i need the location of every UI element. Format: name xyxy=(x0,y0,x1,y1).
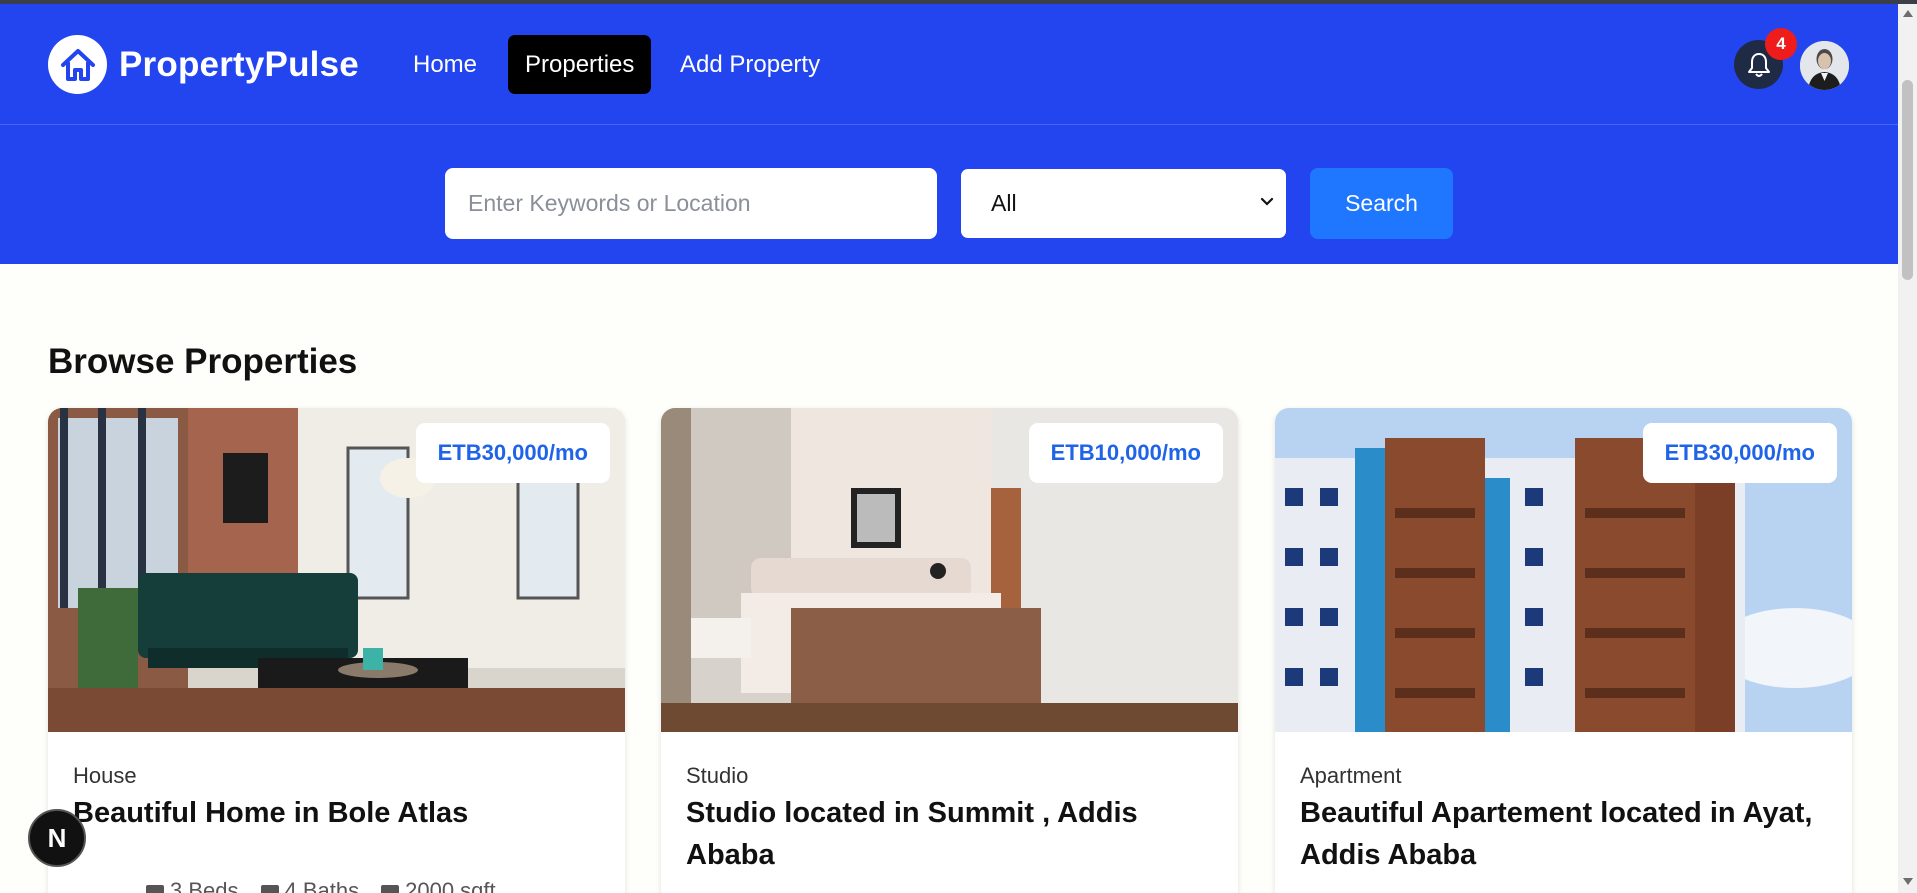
property-image[interactable]: ETB30,000/mo xyxy=(48,408,625,732)
scroll-thumb[interactable] xyxy=(1902,80,1913,280)
ruler-icon xyxy=(381,885,400,893)
baths-label: 4 Baths xyxy=(284,878,360,893)
property-type: House xyxy=(73,763,137,788)
beds-label: 3 Beds xyxy=(170,878,239,893)
beds-info: 3 Beds xyxy=(146,878,239,893)
nav-add-property[interactable]: Add Property xyxy=(663,35,837,94)
search-input[interactable] xyxy=(445,168,937,239)
property-card[interactable]: ETB10,000/mo Studio Studio located in Su… xyxy=(661,408,1238,893)
nav-home[interactable]: Home xyxy=(396,35,494,94)
brand-logo[interactable]: PropertyPulse xyxy=(48,35,359,94)
chevron-down-icon xyxy=(1260,197,1274,206)
property-title[interactable]: Studio located in Summit , Addis Ababa xyxy=(686,792,1216,876)
nav-properties[interactable]: Properties xyxy=(508,35,652,94)
property-image[interactable]: ETB10,000/mo xyxy=(661,408,1238,732)
sqft-label: 2000 sqft xyxy=(405,878,496,893)
bell-icon xyxy=(1747,52,1770,77)
property-type: Studio xyxy=(686,763,749,788)
price-tag: ETB30,000/mo xyxy=(1642,423,1837,483)
brand-name: PropertyPulse xyxy=(119,44,359,84)
price-tag: ETB10,000/mo xyxy=(1028,423,1223,483)
bath-icon xyxy=(260,885,279,893)
property-title[interactable]: Beautiful Home in Bole Atlas xyxy=(73,792,603,834)
property-type-select[interactable]: All xyxy=(961,169,1286,238)
page-scrollbar[interactable] xyxy=(1898,4,1917,893)
sqft-info: 2000 sqft xyxy=(381,878,496,893)
navbar: PropertyPulse Home Properties Add Proper… xyxy=(0,4,1898,125)
scroll-down-arrow-icon[interactable] xyxy=(1903,878,1913,885)
search-hero xyxy=(0,125,1898,264)
section-title: Browse Properties xyxy=(48,342,358,381)
bed-icon xyxy=(146,885,164,893)
property-type-selected: All xyxy=(991,190,1017,216)
property-card[interactable]: ETB30,000/mo Apartment Beautiful Apartem… xyxy=(1275,408,1852,893)
property-meta: 3 Beds 4 Baths 2000 sqft xyxy=(146,878,496,893)
property-title[interactable]: Beautiful Apartement located in Ayat, Ad… xyxy=(1300,792,1830,876)
dev-tools-badge[interactable]: N xyxy=(28,809,86,867)
property-image[interactable]: ETB30,000/mo xyxy=(1275,408,1852,732)
property-type: Apartment xyxy=(1300,763,1402,788)
user-avatar[interactable] xyxy=(1800,41,1849,90)
baths-info: 4 Baths xyxy=(260,878,360,893)
scroll-up-arrow-icon[interactable] xyxy=(1903,10,1913,17)
notification-count-badge: 4 xyxy=(1765,28,1797,60)
house-icon xyxy=(48,35,107,94)
property-card[interactable]: ETB30,000/mo House Beautiful Home in Bol… xyxy=(48,408,625,893)
search-button[interactable]: Search xyxy=(1310,168,1453,239)
price-tag: ETB30,000/mo xyxy=(415,423,610,483)
